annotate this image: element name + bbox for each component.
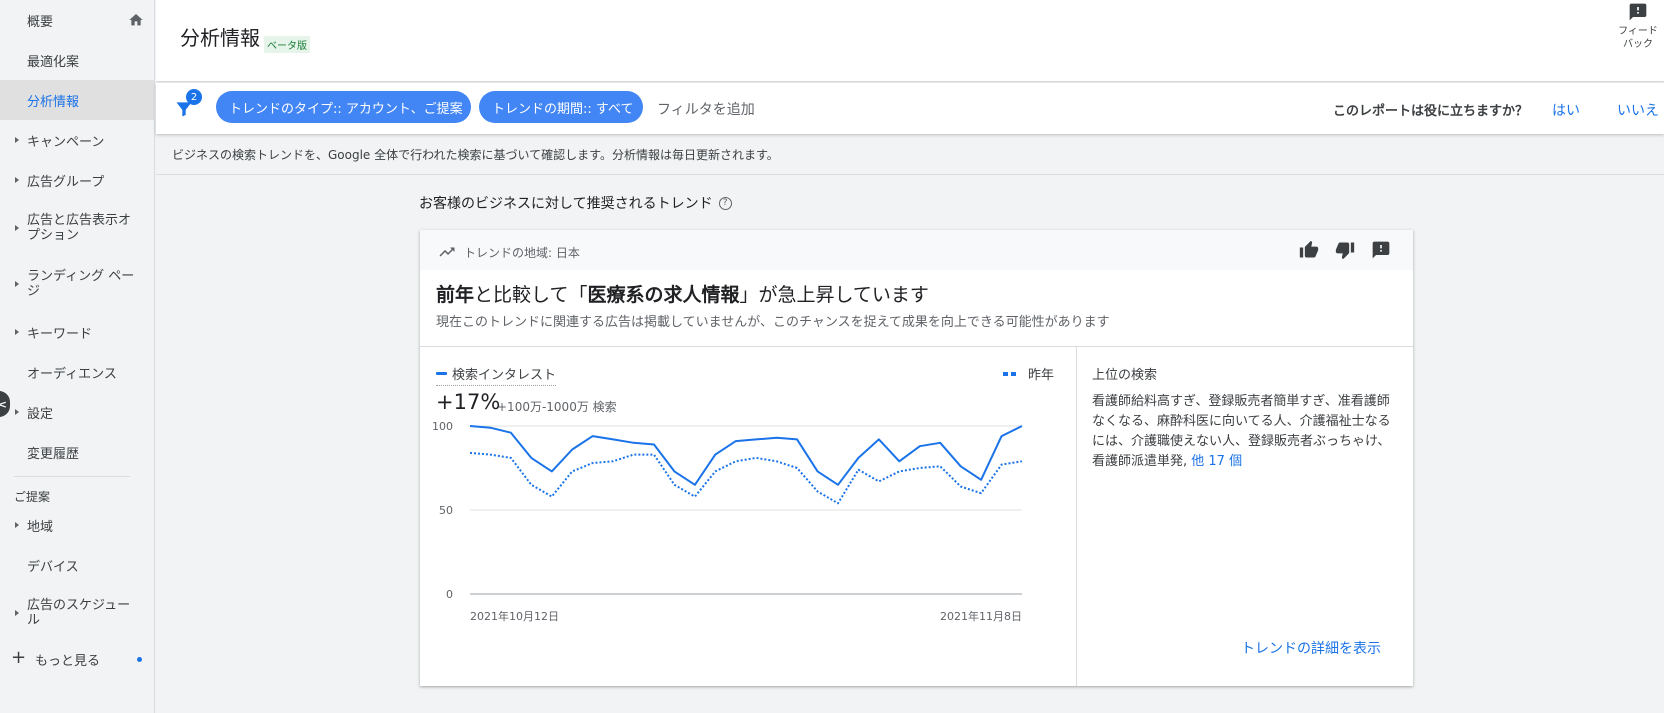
sidebar-item-label: 最適化案 [27,54,80,70]
sidebar-divider [14,476,130,477]
sidebar-item-label: 概要 [27,14,54,30]
feedback-label: フィードバック [1618,26,1658,50]
sidebar-more-button[interactable]: + もっと見る [0,641,154,677]
more-searches-link[interactable]: 他 17 個 [1191,454,1242,469]
sidebar-more-label: もっと見る [35,653,101,669]
thumbs-up-icon[interactable] [1299,240,1319,260]
sidebar-item-label: 地域 [27,519,54,535]
sidebar-item-ad-groups[interactable]: 広告グループ [0,160,154,200]
filter-chip-trend-type[interactable]: トレンドのタイプ:: アカウント、ご提案 [216,91,471,123]
sidebar-item-audiences[interactable]: オーディエンス [0,352,154,392]
series-line-current [469,425,1023,486]
sidebar-item-insights[interactable]: 分析情報 [0,80,154,120]
trend-details-link[interactable]: トレンドの詳細を表示 [1241,638,1381,658]
sidebar-item-change-history[interactable]: 変更履歴 [0,432,154,472]
sidebar-item-label: 分析情報 [27,94,80,110]
sidebar-item-label: キーワード [27,326,93,342]
caret-right-icon [15,177,19,183]
sidebar-item-devices[interactable]: デバイス [0,545,154,585]
sidebar-item-ads-extensions[interactable]: 広告と広告表示オプション [0,200,154,256]
info-text: ビジネスの検索トレンドを、Google 全体で行われた検索に基づいて確認します。… [172,148,779,162]
page-header: 分析情報 ベータ版 フィードバック [156,0,1664,82]
caret-right-icon [15,137,19,143]
top-searches-label: 上位の検索 [1092,368,1158,383]
trend-line-chart: 100 50 0 2021年10月12日 2021年11月8日 [432,420,1023,623]
feedback-button[interactable]: フィードバック [1618,2,1658,51]
sidebar-item-ad-schedule[interactable]: 広告のスケジュール [0,585,154,641]
helpful-no-button[interactable]: いいえ [1617,100,1659,120]
sidebar-item-recommendations[interactable]: 最適化案 [0,40,154,80]
notification-dot [137,657,142,662]
y-tick-label: 100 [432,420,453,433]
comment-icon[interactable] [1371,240,1391,260]
sidebar-item-label: 広告グループ [27,174,105,190]
sidebar-item-label: デバイス [27,559,79,575]
caret-right-icon [15,225,19,231]
sidebar-item-label: 広告のスケジュール [27,598,131,628]
caret-right-icon [15,522,19,528]
sidebar-item-keywords[interactable]: キーワード [0,312,154,352]
filter-count-badge: 2 [186,89,202,105]
add-filter-button[interactable]: フィルタを追加 [657,99,755,119]
plus-icon: + [11,647,27,668]
page-title: 分析情報 [180,26,260,50]
sidebar-item-settings[interactable]: 設定 [0,392,154,432]
sidebar-item-label: 変更履歴 [27,446,80,462]
sidebar-item-landing-pages[interactable]: ランディング ページ [0,256,154,312]
help-icon[interactable]: ? [718,196,732,210]
feedback-icon [1629,3,1647,21]
trend-card: トレンドの地域: 日本 前年と比較して「医療系の求人情報」が急上昇しています 現… [420,230,1413,686]
sidebar-item-label: 設定 [27,406,54,422]
caret-right-icon [15,281,19,287]
series-line-prev-year [469,451,1023,505]
sidebar-item-label: キャンペーン [27,134,105,150]
sidebar-item-locations[interactable]: 地域 [0,505,154,545]
y-tick-label: 0 [446,588,453,601]
caret-right-icon [15,329,19,335]
chevron-left-icon: < [0,397,7,411]
sidebar-item-label: 広告と広告表示オプション [27,213,132,243]
sidebar: 概要 最適化案 分析情報 キャンペーン 広告グループ 広告と広告表示オプション … [0,0,155,713]
section-title: お客様のビジネスに対して推奨されるトレンド ? [419,193,732,213]
helpful-yes-button[interactable]: はい [1552,100,1580,120]
beta-badge: ベータ版 [264,36,310,53]
x-tick-label-end: 2021年11月8日 [940,609,1022,623]
card-actions [1299,240,1391,260]
caret-right-icon [15,610,19,616]
sidebar-section-label: ご提案 [14,490,51,504]
filter-chip-trend-period[interactable]: トレンドの期間:: すべて [479,91,643,123]
filter-bar: 2 トレンドのタイプ:: アカウント、ご提案 トレンドの期間:: すべて フィル… [156,83,1664,134]
sidebar-item-label: オーディエンス [27,366,117,382]
caret-right-icon [15,409,19,415]
top-searches-text: 看護師給料高すぎ、登録販売者簡単すぎ、准看護師なくなる、麻酔科医に向いてる人、介… [1092,392,1397,472]
x-tick-label-start: 2021年10月12日 [470,609,559,623]
home-icon [129,14,143,26]
sidebar-item-label: ランディング ページ [27,269,135,299]
y-tick-label: 50 [439,504,453,517]
info-divider [156,174,1664,175]
sidebar-item-overview[interactable]: 概要 [0,0,154,40]
section-title-text: お客様のビジネスに対して推奨されるトレンド [419,196,713,212]
thumbs-down-icon[interactable] [1335,240,1355,260]
sidebar-main-list: 概要 最適化案 分析情報 キャンペーン 広告グループ 広告と広告表示オプション … [0,0,154,472]
card-vertical-divider [1076,347,1077,686]
report-helpful-question: このレポートは役に立ちますか？ [1333,104,1529,119]
sidebar-item-campaigns[interactable]: キャンペーン [0,120,154,160]
